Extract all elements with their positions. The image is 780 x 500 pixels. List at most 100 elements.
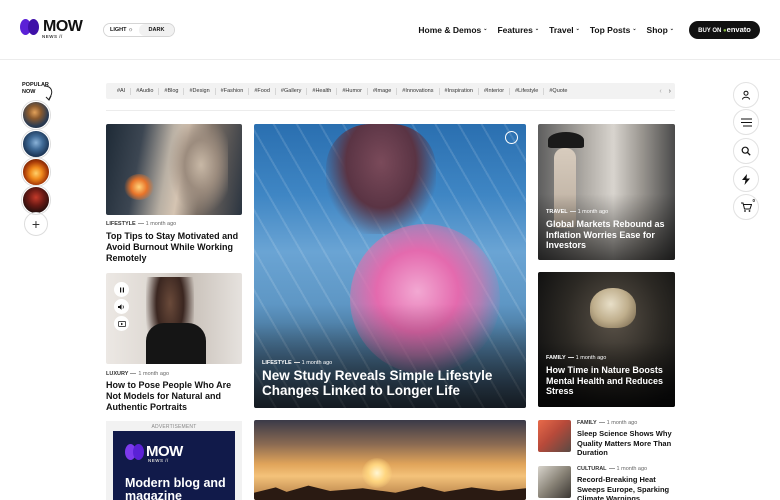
post-category[interactable]: LIFESTYLE — [262, 360, 292, 366]
post-time: 1 month ago — [138, 371, 169, 377]
tag-link[interactable]: #Quote — [544, 88, 572, 95]
post-time: 1 month ago — [575, 355, 607, 361]
nav-shop[interactable]: Shop ⌄ — [647, 25, 674, 35]
list-item-thumb[interactable] — [538, 420, 571, 452]
hero-title[interactable]: New Study Reveals Simple Lifestyle Chang… — [262, 368, 512, 398]
post-title[interactable]: How Time in Nature Boosts Mental Health … — [546, 365, 668, 397]
post-meta: FAMILY 1 month ago — [546, 355, 606, 361]
divider — [106, 110, 675, 111]
post-meta: TRAVEL 1 month ago — [546, 209, 608, 215]
nav-label: Top Posts — [589, 25, 631, 35]
post-image[interactable] — [254, 420, 526, 500]
tag-link[interactable]: #Interior — [479, 87, 511, 95]
ad-label: ADVERTISEMENT — [151, 424, 197, 430]
tag-link[interactable]: #AI — [112, 87, 132, 95]
popular-story-1[interactable] — [22, 101, 50, 129]
post-title[interactable]: Global Markets Rebound as Inflation Worr… — [546, 219, 668, 251]
tag-link[interactable]: #Image — [368, 87, 398, 95]
popular-story-3[interactable] — [22, 158, 50, 186]
post-meta: FAMILY 1 month ago — [577, 420, 637, 426]
theme-light-option[interactable]: LIGHT ☼ — [104, 24, 139, 36]
post-time: 1 month ago — [577, 209, 609, 215]
skull-graphic — [590, 288, 636, 328]
buy-on-envato-button[interactable]: BUY ON ●envato — [689, 21, 760, 39]
logo-subtitle: NEWS // — [42, 34, 63, 39]
cart-count-badge: 0 — [752, 198, 755, 203]
jumper-graphic — [326, 124, 436, 234]
search-icon — [741, 146, 751, 156]
main-nav: Home & Demos ⌄ Features ⌄ Travel ⌄ Top Post… — [418, 25, 674, 35]
video-button[interactable] — [114, 316, 129, 331]
cart-button[interactable]: 0 — [733, 194, 759, 220]
nav-travel[interactable]: Travel ⌄ — [549, 25, 580, 35]
tag-link[interactable]: #Design — [184, 87, 216, 95]
nav-label: Features — [497, 25, 533, 35]
site-header: MOW NEWS // LIGHT ☼ DARK Home & Demos ⌄ F… — [0, 0, 780, 60]
chevron-down-icon: ⌄ — [575, 26, 580, 32]
tag-link[interactable]: #Blog — [159, 87, 185, 95]
post-meta: CULTURAL 1 month ago — [577, 466, 647, 472]
tag-link[interactable]: #Fashion — [216, 87, 250, 95]
chevron-right-icon[interactable]: › — [669, 88, 671, 95]
ad-banner[interactable]: MOW NEWS // Modern blog and magazine — [113, 431, 235, 500]
popular-story-2[interactable] — [22, 130, 50, 158]
list-item-thumb[interactable] — [538, 466, 571, 498]
chevron-left-icon[interactable]: ‹ — [659, 88, 661, 95]
tag-link[interactable]: #Inspiration — [440, 87, 479, 95]
menu-lines-icon — [740, 118, 752, 126]
post-time: 1 month ago — [616, 466, 648, 472]
menu-button[interactable] — [733, 109, 759, 135]
post-category[interactable]: LUXURY — [106, 371, 128, 377]
advertisement: ADVERTISEMENT MOW NEWS // Modern blog an… — [106, 421, 242, 500]
theme-dark-option[interactable]: DARK — [139, 24, 174, 36]
post-category[interactable]: FAMILY — [546, 355, 566, 361]
post-time: 1 month ago — [606, 420, 638, 426]
post-title[interactable]: How to Pose People Who Are Not Models fo… — [106, 380, 242, 413]
tag-link[interactable]: #Innovations — [397, 87, 440, 95]
tag-link[interactable]: #Audio — [131, 87, 160, 95]
post-time: 1 month ago — [145, 221, 177, 227]
tags-scroll-controls: ‹ › — [653, 83, 671, 99]
account-button[interactable] — [733, 82, 759, 108]
add-story-button[interactable]: + — [24, 212, 48, 236]
post-title[interactable]: Sleep Science Shows Why Quality Matters … — [577, 429, 675, 458]
post-category[interactable]: CULTURAL — [577, 466, 607, 472]
tag-link[interactable]: #Food — [249, 87, 276, 95]
user-icon — [742, 90, 750, 100]
post-title[interactable]: Record-Breaking Heat Sweeps Europe, Spar… — [577, 475, 675, 500]
clothing-graphic — [146, 323, 206, 364]
tag-link[interactable]: #Lifestyle — [510, 87, 545, 95]
video-play-icon — [117, 320, 126, 327]
theme-toggle[interactable]: LIGHT ☼ DARK — [103, 23, 175, 37]
nav-label: Home & Demos — [418, 25, 482, 35]
post-title[interactable]: Top Tips to Stay Motivated and Avoid Bur… — [106, 231, 242, 264]
nav-top-posts[interactable]: Top Posts ⌄ — [590, 25, 637, 35]
post-category[interactable]: TRAVEL — [546, 209, 568, 215]
silhouette-graphic — [254, 485, 526, 500]
theme-light-label: LIGHT — [109, 27, 127, 33]
popular-story-4[interactable] — [22, 186, 50, 214]
post-image[interactable] — [106, 124, 242, 215]
post-category[interactable]: FAMILY — [577, 420, 597, 426]
post-meta: LIFESTYLE 1 month ago — [106, 221, 176, 227]
trending-button[interactable] — [733, 166, 759, 192]
umbrella-graphic — [548, 132, 584, 148]
logo-text: MOW — [43, 18, 83, 35]
volume-button[interactable] — [114, 299, 129, 314]
tags-bar: #AI #Audio #Blog #Design #Fashion #Food … — [106, 83, 675, 99]
post-category[interactable]: LIFESTYLE — [106, 221, 136, 227]
nav-label: Travel — [549, 25, 574, 35]
speaker-icon — [118, 303, 124, 310]
video-indicator-icon — [505, 131, 518, 144]
pause-button[interactable] — [114, 282, 129, 297]
ad-headline: Modern blog and magazine — [125, 476, 226, 500]
buy-prefix: BUY ON — [698, 28, 722, 34]
tag-link[interactable]: #Health — [307, 87, 338, 95]
nav-features[interactable]: Features ⌄ — [497, 25, 539, 35]
nav-home-demos[interactable]: Home & Demos ⌄ — [418, 25, 487, 35]
tag-link[interactable]: #Humor — [337, 87, 368, 95]
ad-logo-mark-icon — [125, 444, 145, 461]
tag-link[interactable]: #Gallery — [276, 87, 308, 95]
explosion-graphic — [124, 174, 154, 200]
search-button[interactable] — [733, 138, 759, 164]
